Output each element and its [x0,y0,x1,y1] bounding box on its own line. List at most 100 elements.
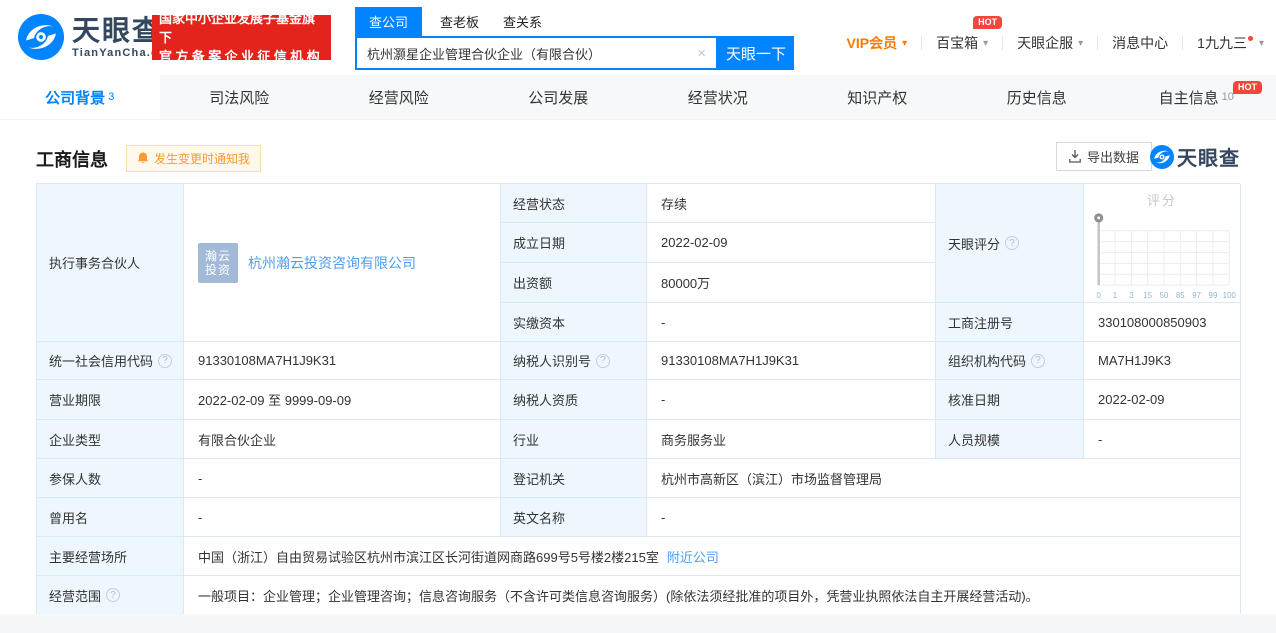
label-company-type: 企业类型 [37,420,184,459]
value-contribution: 80000万 [647,263,936,303]
search-input[interactable] [367,46,695,61]
search-tab-company[interactable]: 查公司 [355,7,422,36]
value-business-status: 存续 [647,184,936,223]
value-industry: 商务服务业 [647,420,936,459]
tab-label: 经营状况 [688,87,748,108]
notify-button-label: 发生变更时通知我 [154,150,250,167]
tab-operational-risk[interactable]: 经营风险 [319,75,479,119]
tianyancha-watermark-icon [1150,145,1174,169]
menu-divider [1097,36,1098,50]
chevron-down-icon: ▾ [983,38,988,49]
label-registration-no: 工商注册号 [936,303,1084,342]
tab-self-published-info[interactable]: 自主信息 10 HOT [1117,75,1276,119]
export-data-button[interactable]: 导出数据 [1056,142,1152,171]
value-tianyan-score-chart: 评分 0 1 3 15 50 85 97 99 100 [1084,184,1241,303]
watermark-text: 天眼查 [1177,142,1240,171]
chevron-down-icon: ▾ [1078,38,1083,49]
business-address-text: 中国（浙江）自由贸易试验区杭州市滨江区长河街道网商路699号5号楼2楼215室 [198,547,659,566]
label-org-code: 组织机构代码? [936,342,1084,380]
search-area: 查公司 查老板 查关系 × 天眼一下 [355,10,794,70]
help-icon[interactable]: ? [158,354,172,368]
user-account-menu-item[interactable]: 1九九三 ▾ [1197,33,1264,53]
username: 1九九三 [1197,33,1247,53]
vip-label: VIP会员 [847,33,898,53]
gov-badge-line1: 国家中小企业发展子基金旗下 [159,9,324,47]
value-business-address: 中国（浙江）自由贸易试验区杭州市滨江区长河街道网商路699号5号楼2楼215室 … [184,537,1241,576]
message-center-label: 消息中心 [1112,33,1168,53]
tab-label: 历史信息 [1007,87,1067,108]
value-business-scope: 一般项目：企业管理；企业管理咨询；信息咨询服务（不含许可类信息咨询服务）(除依法… [184,576,1241,615]
nearby-companies-link[interactable]: 附近公司 [667,547,719,566]
gov-certification-badge: 国家中小企业发展子基金旗下 官方备案企业征信机构 [152,15,331,60]
tab-history-info[interactable]: 历史信息 [957,75,1117,119]
svg-text:0: 0 [1096,291,1101,300]
enterprise-services-label: 天眼企服 [1017,33,1073,53]
svg-text:99: 99 [1209,291,1218,300]
avatar-text: 瀚云 [205,249,231,263]
label-insured-count: 参保人数 [37,459,184,498]
label-business-scope: 经营范围? [37,576,184,615]
tab-company-development[interactable]: 公司发展 [479,75,639,119]
toolbox-label: 百宝箱 [936,33,978,53]
search-tab-boss[interactable]: 查老板 [440,12,479,36]
section-title: 工商信息 [36,146,108,172]
tab-company-background[interactable]: 公司背景 3 [0,75,160,119]
export-button-label: 导出数据 [1087,147,1139,166]
tab-intellectual-property[interactable]: 知识产权 [798,75,958,119]
label-registration-authority: 登记机关 [501,459,647,498]
notification-dot [1248,36,1253,41]
tianyancha-watermark: 天眼查 [1150,142,1240,171]
download-icon [1069,150,1081,163]
value-credit-code: 91330108MA7H1J9K31 [184,342,501,380]
value-english-name: - [647,498,1241,537]
label-business-address: 主要经营场所 [37,537,184,576]
label-established-date: 成立日期 [501,223,647,263]
avatar-text: 投资 [205,263,231,277]
business-info-table: 执行事务合伙人 瀚云 投资 杭州瀚云投资咨询有限公司 经营状态 存续 成立日期 … [36,183,1240,615]
svg-text:3: 3 [1129,291,1134,300]
tab-label: 司法风险 [209,87,269,108]
score-chart-title: 评分 [1147,190,1177,209]
bell-icon [137,152,149,165]
value-paid-in-capital: - [647,303,936,342]
label-taxpayer-id: 纳税人识别号? [501,342,647,380]
chevron-down-icon: ▾ [902,38,907,49]
menu-divider [1182,36,1183,50]
label-paid-in-capital: 实缴资本 [501,303,647,342]
clear-icon[interactable]: × [695,45,708,62]
help-icon[interactable]: ? [1031,354,1045,368]
search-tabs: 查公司 查老板 查关系 [355,10,794,36]
svg-text:15: 15 [1143,291,1152,300]
tab-judicial-risk[interactable]: 司法风险 [160,75,320,119]
score-chart: 0 1 3 15 50 85 97 99 100 [1084,209,1240,302]
help-icon[interactable]: ? [1005,236,1019,250]
message-center-menu-item[interactable]: 消息中心 [1112,33,1168,53]
value-staff-size: - [1084,420,1241,459]
menu-divider [1002,36,1003,50]
tab-operating-status[interactable]: 经营状况 [638,75,798,119]
partner-company-link[interactable]: 杭州瀚云投资咨询有限公司 [248,253,416,273]
search-button[interactable]: 天眼一下 [718,36,794,70]
help-icon[interactable]: ? [106,588,120,602]
label-approval-date: 核准日期 [936,380,1084,420]
notify-on-change-button[interactable]: 发生变更时通知我 [126,145,261,172]
search-input-wrapper: × [355,36,718,70]
tab-label: 经营风险 [369,87,429,108]
score-axis-ticks: 0 1 3 15 50 85 97 99 100 [1096,291,1236,300]
vip-menu-item[interactable]: VIP会员 ▾ [847,33,908,53]
value-executive-partner: 瀚云 投资 杭州瀚云投资咨询有限公司 [184,184,501,342]
hot-badge: HOT [973,16,1002,29]
label-former-name: 曾用名 [37,498,184,537]
label-contribution: 出资额 [501,263,647,303]
partner-avatar[interactable]: 瀚云 投资 [198,243,238,283]
search-box: × 天眼一下 [355,36,794,70]
enterprise-services-menu-item[interactable]: 天眼企服 ▾ [1017,33,1083,53]
help-icon[interactable]: ? [596,354,610,368]
svg-text:1: 1 [1113,291,1118,300]
value-registration-authority: 杭州市高新区（滨江）市场监督管理局 [647,459,1241,498]
label-business-status: 经营状态 [501,184,647,223]
search-tab-relation[interactable]: 查关系 [503,12,542,36]
company-nav-tabbar: 公司背景 3 司法风险 经营风险 公司发展 经营状况 知识产权 历史信息 自主信… [0,75,1276,120]
toolbox-menu-item[interactable]: HOT 百宝箱 ▾ [936,33,988,53]
tab-count: 3 [108,91,114,103]
